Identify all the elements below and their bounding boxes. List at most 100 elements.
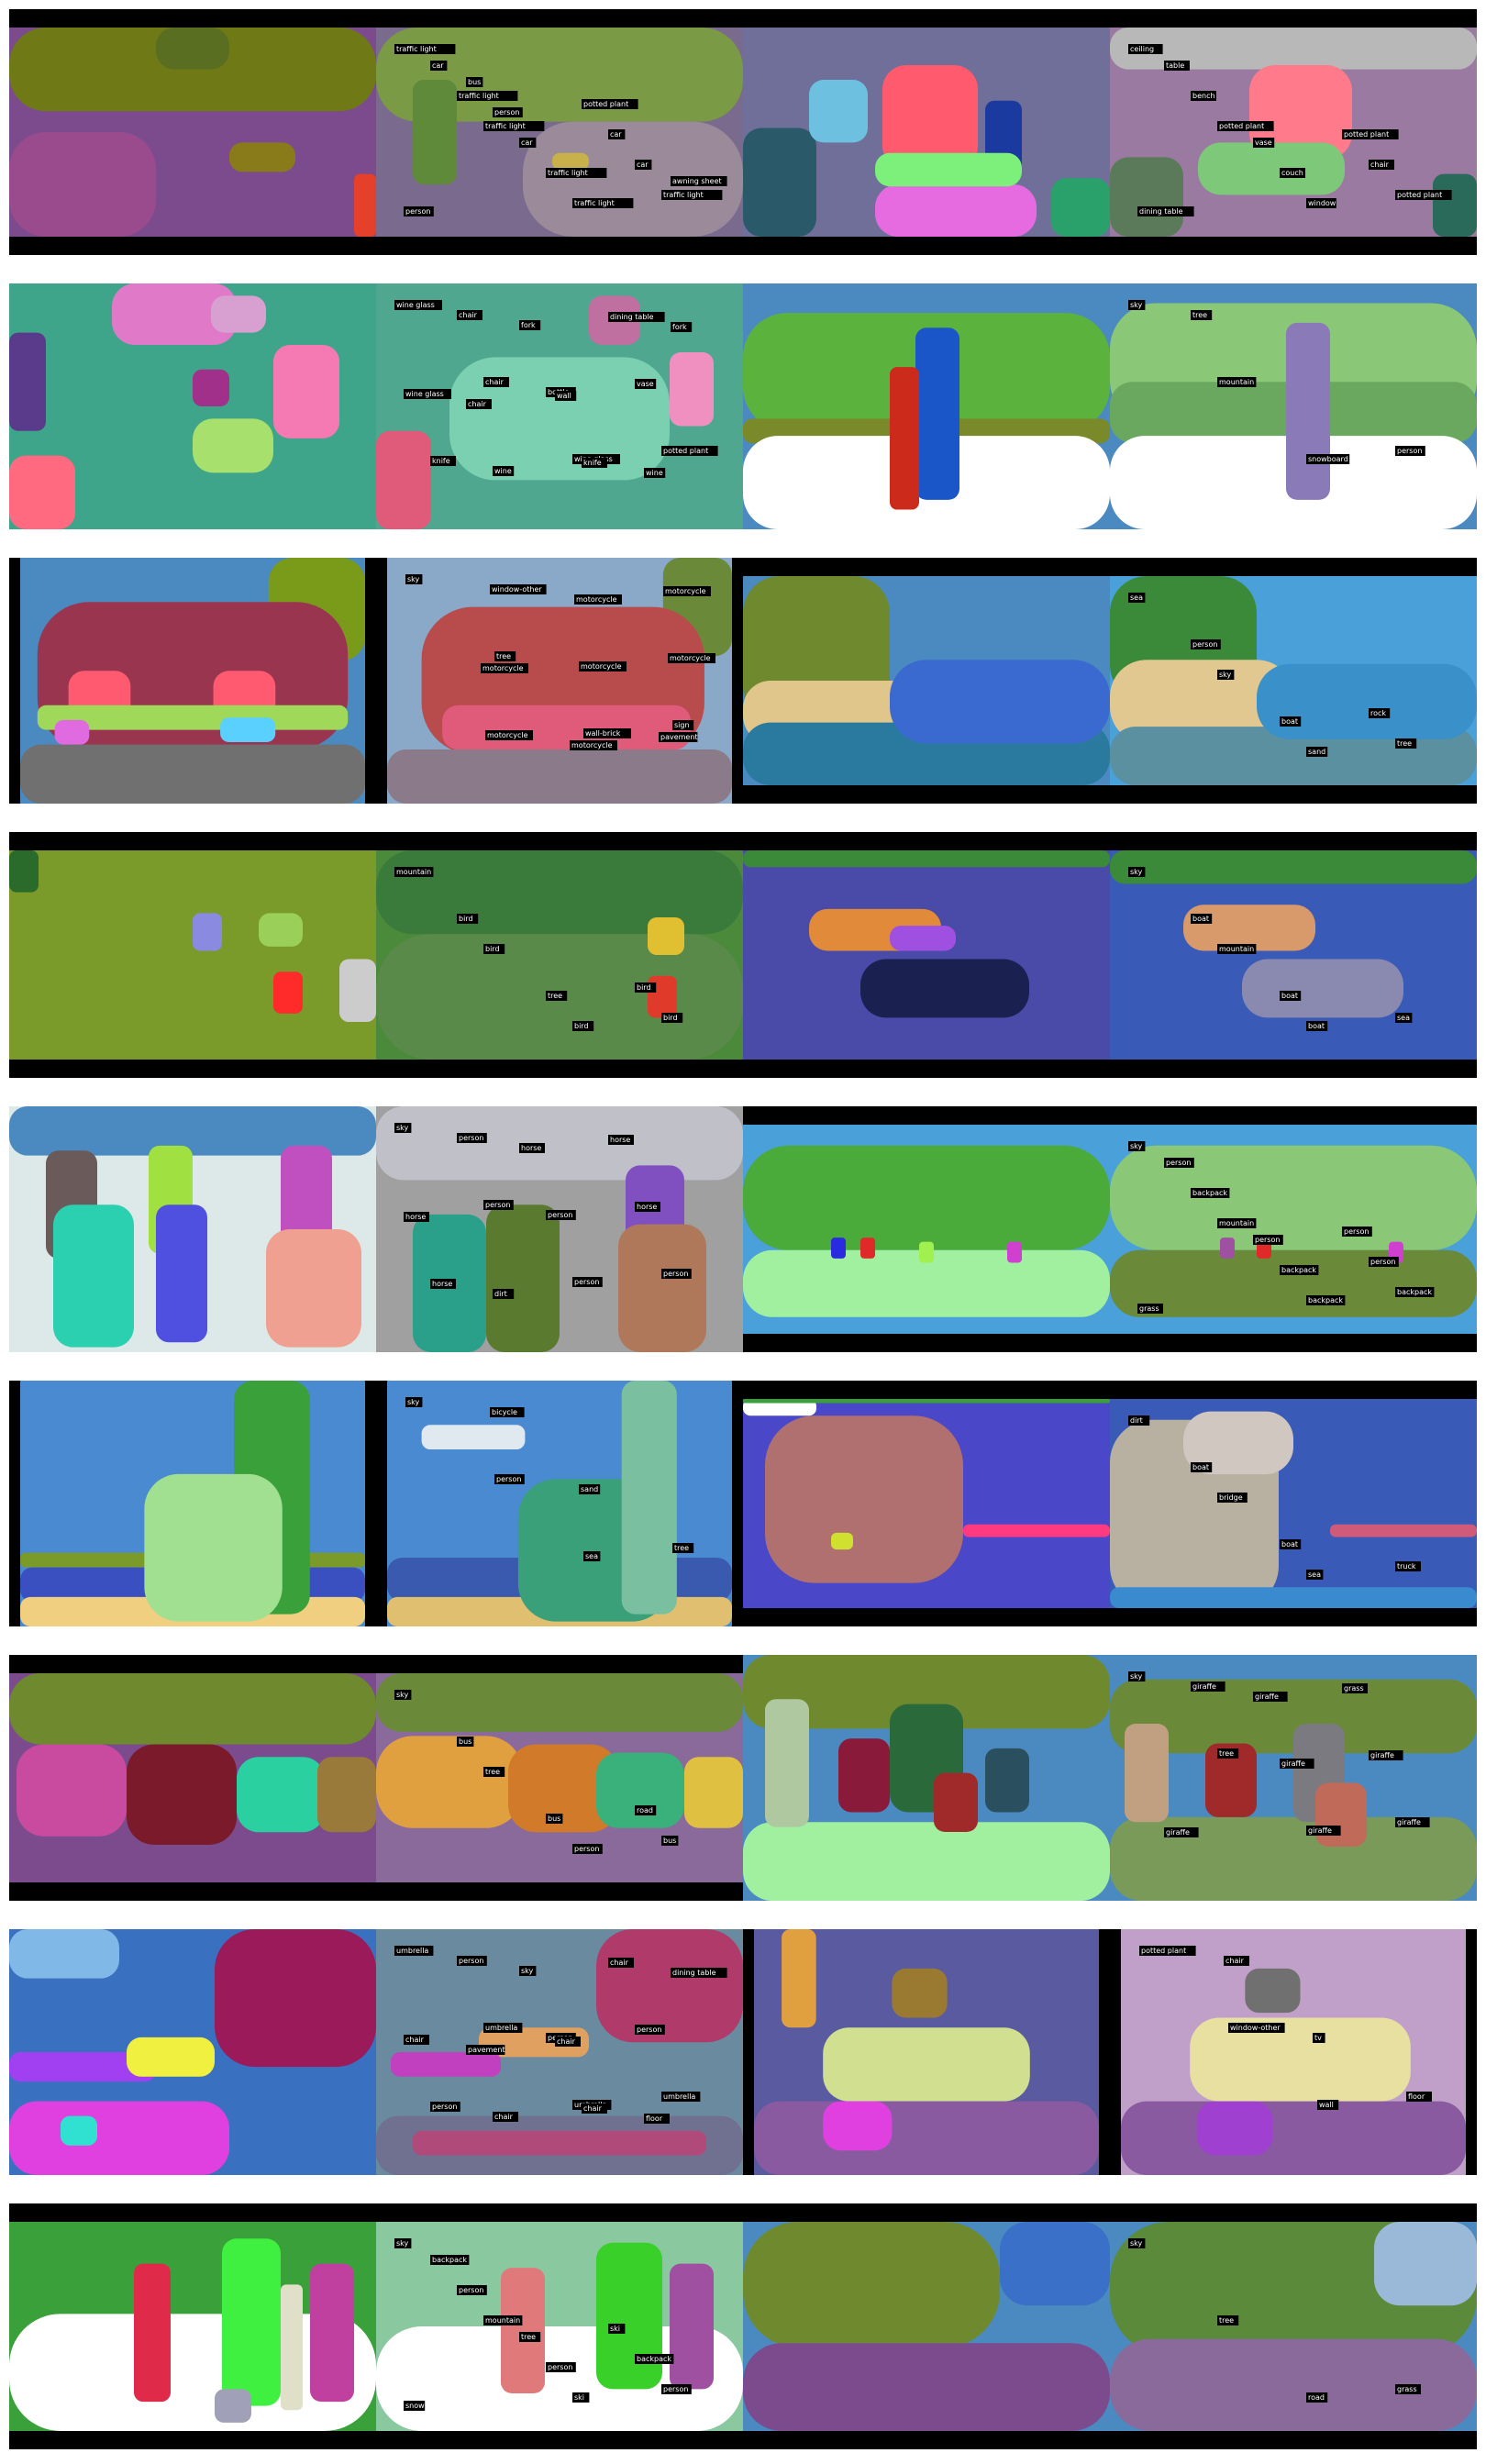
class-label: bridge	[1217, 1493, 1248, 1503]
class-label: ski	[608, 2324, 626, 2334]
class-label-text: sign	[674, 721, 690, 729]
class-label-text: mountain	[1219, 378, 1254, 386]
segment-region	[9, 2101, 229, 2175]
class-label: backpack	[1280, 1265, 1319, 1275]
class-label: backpack	[1395, 1287, 1435, 1297]
segment-region	[596, 1929, 743, 2043]
class-label: fork	[671, 322, 693, 332]
class-label: sea	[1306, 1570, 1324, 1580]
class-label-text: horse	[432, 1280, 452, 1288]
class-label: boat	[1191, 914, 1213, 924]
class-label: person	[572, 1277, 603, 1287]
segment-region	[919, 1241, 934, 1263]
class-label: bench	[1191, 91, 1216, 101]
class-label-text: bird	[459, 915, 473, 923]
class-label: chair	[582, 2103, 607, 2114]
class-label: boat	[1280, 1539, 1302, 1549]
class-label-text: rock	[1370, 709, 1386, 717]
class-label-text: tree	[485, 1768, 500, 1776]
class-label: sky	[1128, 1671, 1146, 1682]
segment-region	[193, 913, 222, 951]
class-label-text: couch	[1281, 169, 1303, 177]
segment-region	[1315, 1782, 1367, 1848]
class-label: umbrella	[661, 2092, 701, 2102]
segment-region	[1245, 1968, 1301, 2014]
class-label: bird	[457, 914, 479, 924]
class-label-text: ski	[574, 2393, 584, 2402]
segment-region	[421, 1425, 526, 1450]
class-label: grass	[1137, 1304, 1163, 1314]
class-label-text: bus	[468, 78, 481, 86]
class-label: traffic light	[394, 44, 456, 54]
segment-region	[743, 128, 816, 237]
class-label: bus	[661, 1836, 679, 1846]
class-label: bus	[457, 1737, 474, 1747]
class-label: boat	[1280, 716, 1302, 727]
segment-region	[1007, 1241, 1022, 1263]
segment-region	[376, 1673, 743, 1732]
segment-region	[310, 2263, 354, 2403]
class-label-text: tree	[521, 2333, 536, 2341]
segmentation-mask	[9, 9, 376, 255]
segment-region	[890, 926, 956, 951]
segment-region	[1110, 1587, 1477, 1608]
class-label: fork	[519, 320, 541, 330]
image-canvas	[754, 1929, 1099, 2175]
class-label-text: fork	[672, 323, 687, 331]
class-label-text: mountain	[396, 868, 431, 876]
segmentation-mask	[9, 2203, 376, 2449]
class-label: person	[546, 2362, 576, 2372]
class-label: horse	[608, 1135, 634, 1145]
segment-region	[281, 2284, 303, 2411]
class-label: person	[661, 2384, 692, 2394]
class-label-text: sky	[1130, 301, 1143, 309]
segment-region	[1190, 2017, 1411, 2102]
class-label-text: umbrella	[396, 1947, 428, 1955]
segmentation-mask	[9, 1929, 376, 2175]
class-label-text: backpack	[1192, 1189, 1227, 1197]
segment-region	[449, 357, 670, 481]
class-label: chair	[608, 1958, 634, 1968]
class-label-text: boat	[1192, 1463, 1209, 1471]
class-label-text: tree	[496, 652, 511, 660]
class-label: chair	[1369, 160, 1394, 170]
class-label-text: backpack	[1281, 1266, 1316, 1274]
class-label-text: motorcycle	[670, 654, 711, 662]
class-label-text: motorcycle	[576, 595, 617, 604]
segment-region	[754, 2101, 1099, 2175]
class-label-text: boat	[1281, 992, 1298, 1000]
class-label-text: sky	[407, 575, 420, 583]
segment-region	[890, 660, 1110, 744]
class-label-text: ski	[610, 2325, 620, 2333]
class-label: umbrella	[483, 2023, 523, 2033]
class-label-text: snowboard	[1308, 455, 1348, 463]
segment-region	[156, 28, 229, 70]
class-label-text: mountain	[1219, 945, 1254, 953]
class-label-text: sea	[1130, 594, 1143, 602]
class-label: bicycle	[490, 1407, 525, 1417]
segment-region	[831, 1532, 853, 1550]
class-label-text: traffic light	[548, 169, 588, 177]
class-label-text: chair	[468, 400, 487, 408]
class-label: couch	[1280, 168, 1305, 178]
segment-region	[144, 1473, 283, 1622]
class-label: awning sheet	[671, 176, 727, 186]
class-label: sky	[394, 2238, 412, 2248]
class-label-text: bird	[663, 1014, 678, 1022]
class-label: dining table	[671, 1968, 727, 1978]
class-label-text: tree	[1192, 311, 1207, 319]
class-label: dirt	[493, 1289, 515, 1299]
segment-region	[376, 1106, 743, 1181]
class-label: sea	[583, 1551, 601, 1561]
class-label: horse	[635, 1202, 660, 1212]
class-label-text: chair	[583, 2104, 603, 2113]
class-label-text: chair	[557, 2037, 576, 2046]
class-label-text: chair	[459, 311, 478, 319]
class-label-text: traffic light	[574, 199, 615, 207]
class-label-text: dirt	[1130, 1416, 1143, 1425]
class-label-text: sky	[1130, 868, 1143, 876]
class-label-text: potted plant	[663, 447, 708, 455]
segment-region	[1110, 1249, 1477, 1317]
segment-region	[860, 1238, 875, 1259]
class-label: tree	[519, 2332, 541, 2342]
